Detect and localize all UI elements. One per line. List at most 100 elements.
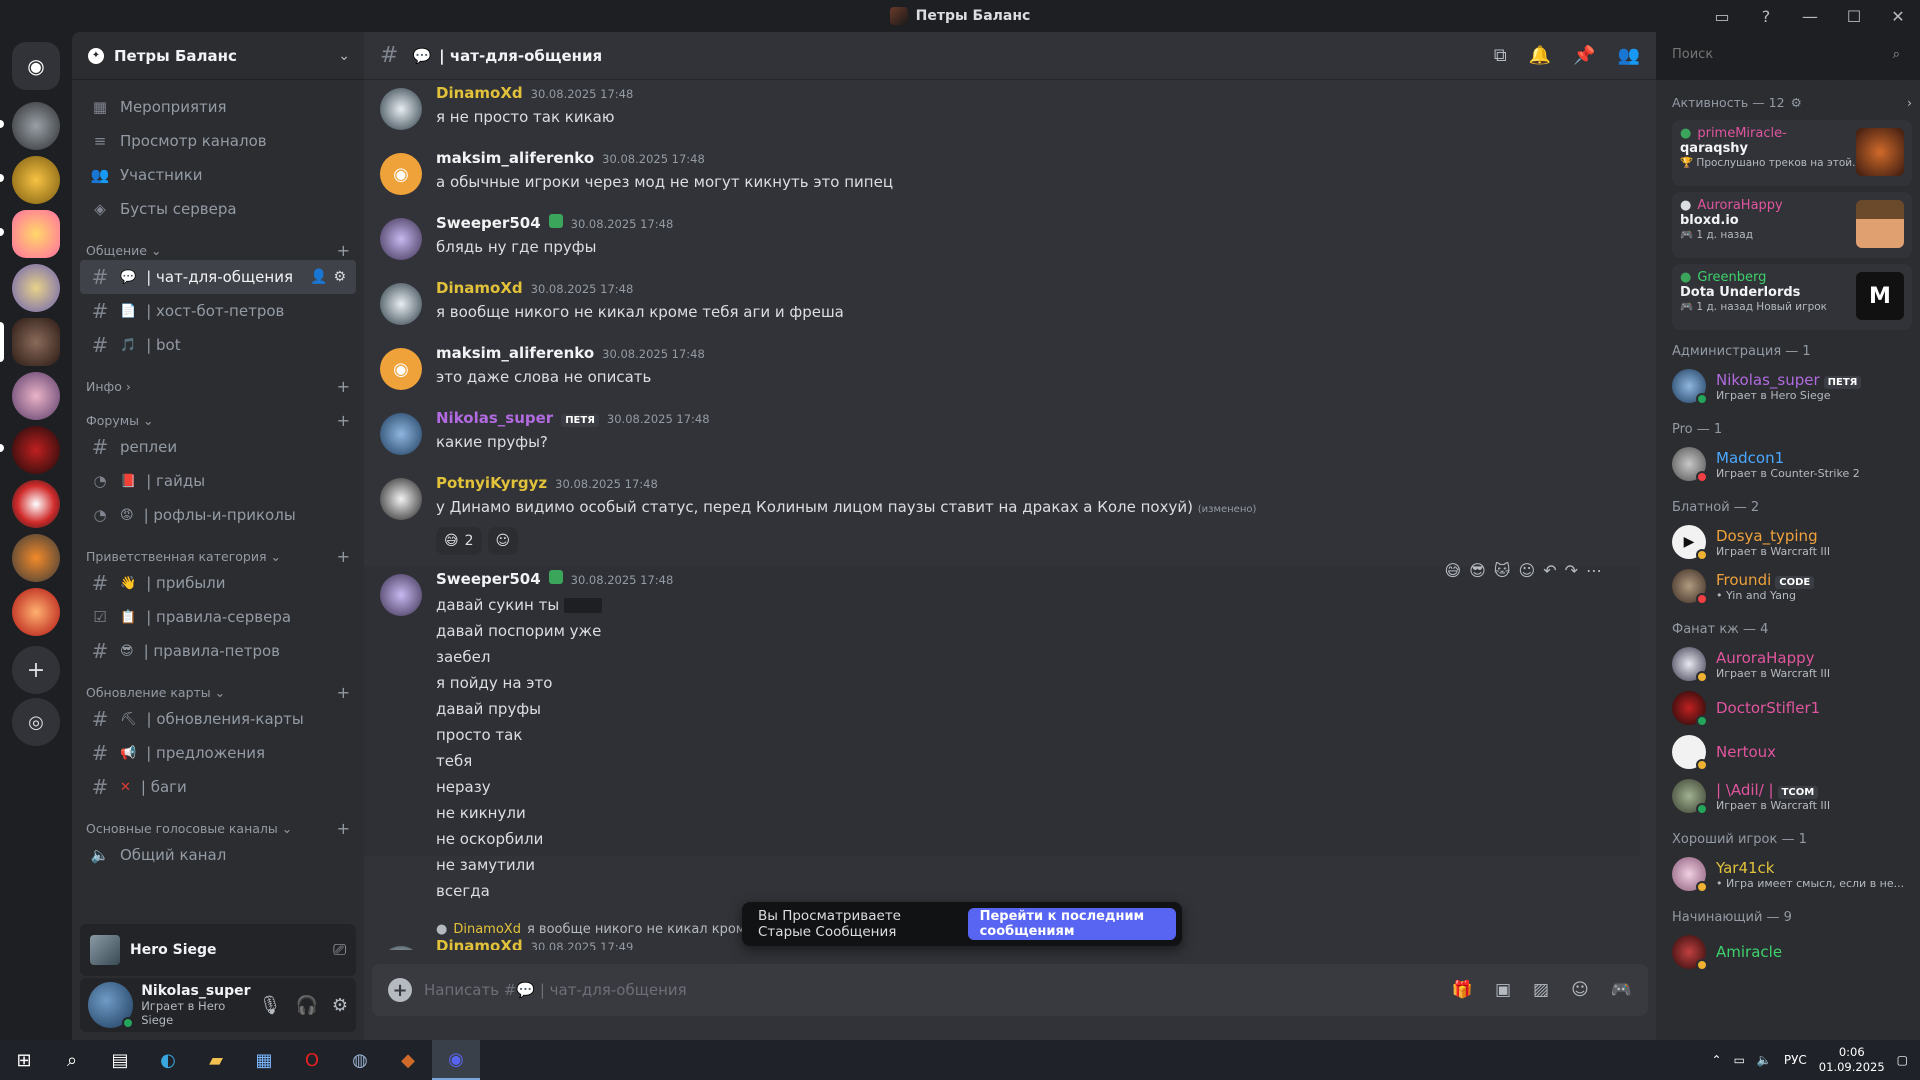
server-icon-active[interactable] [12,318,60,366]
discord-home-icon[interactable]: ◉ [12,42,60,90]
avatar[interactable] [380,283,422,325]
message[interactable]: 😅 😎 🐱 ☺ ↶ ↷ ⋯ Sweeper504 30.08.2025 17:48… [364,561,1640,900]
message-author[interactable]: maksim_aliferenko [436,149,594,167]
message-author[interactable]: PotnyiKyrgyz [436,474,547,492]
message-composer[interactable]: + Написать #💬 | чат-для-общения 🎁 ▣ ▨ ☺ … [372,964,1648,1016]
gear-icon[interactable]: ⚙ [332,995,348,1016]
search-icon[interactable]: ⌕ [48,1040,96,1080]
message-author[interactable]: Nikolas_super [436,409,553,427]
forward-icon[interactable]: ↷ [1565,561,1578,580]
invite-icon[interactable]: 👤 [310,269,327,285]
reaction[interactable]: 😅 2 [436,527,482,555]
edge-icon[interactable]: ◐ [144,1040,192,1080]
bell-icon[interactable]: 🔔 [1529,45,1551,66]
server-icon-7[interactable] [12,426,60,474]
message-author[interactable]: DinamoXd [436,279,523,297]
message[interactable]: ◉ maksim_aliferenko 30.08.2025 17:48 это … [364,344,1640,390]
chevron-right-icon[interactable]: › [1907,95,1912,110]
category-forums[interactable]: Форумы ⌄ + [80,396,356,430]
server-icon-8[interactable] [12,480,60,528]
volume-icon[interactable]: 🔈 [1757,1053,1772,1067]
gear-icon[interactable]: ⚙ [1791,95,1802,110]
avatar[interactable] [380,413,422,455]
store-icon[interactable]: ▦ [240,1040,288,1080]
help-icon[interactable]: ? [1744,0,1788,32]
channel-host-bot-petrov[interactable]: # 📄 | хост-бот-петров [80,294,356,328]
gift-icon[interactable]: 🎁 [1452,980,1473,1000]
quick-reaction-icon[interactable]: 🐱 [1494,561,1511,580]
nav-browse-channels[interactable]: ≡ Просмотр каналов [80,124,356,158]
activity-card[interactable]: ● AuroraHappy bloxd.io 🎮 1 д. назад [1672,192,1912,258]
add-attachment-icon[interactable]: + [388,978,412,1002]
server-icon-1[interactable] [12,102,60,150]
message[interactable]: Nikolas_super ПЕТЯ 30.08.2025 17:48 какие … [364,409,1640,455]
language-indicator[interactable]: РУС [1784,1053,1807,1067]
microphone-icon[interactable]: 🎙 [259,995,282,1016]
channel-pribyli[interactable]: # 👋 | прибыли [80,566,356,600]
reply-icon[interactable]: ↶ [1543,561,1556,580]
avatar[interactable] [380,946,422,950]
network-icon[interactable]: ▭ [1734,1053,1745,1067]
composer-placeholder[interactable]: Написать #💬 | чат-для-общения [424,981,1440,999]
activity-bar[interactable]: Hero Siege ⎚ [80,924,356,976]
inbox-icon[interactable]: ▭ [1700,0,1744,32]
start-button[interactable]: ⊞ [0,1040,48,1080]
opera-icon[interactable]: O [288,1040,336,1080]
message[interactable]: Sweeper504 30.08.2025 17:48 блядь ну где … [364,214,1640,260]
nav-events[interactable]: ▦ Мероприятия [80,90,356,124]
channel-gaidy[interactable]: ◔ 📕 | гайды [80,464,356,498]
member-item[interactable]: | \Adil/ | TCOM Играет в Warcraft III [1672,774,1912,818]
channel-replei[interactable]: # реплеи [80,430,356,464]
threads-icon[interactable]: ⧉ [1494,45,1507,66]
create-channel-icon[interactable]: + [337,683,350,702]
message-author[interactable]: Sweeper504 [436,214,541,232]
message[interactable]: DinamoXd 30.08.2025 17:48 я не просто так… [364,84,1640,130]
member-item[interactable]: DoctorStifler1 [1672,686,1912,730]
spoiler[interactable] [563,598,602,613]
create-channel-icon[interactable]: + [337,411,350,430]
channel-predlozheniya[interactable]: # 📢 | предложения [80,736,356,770]
avatar[interactable] [380,574,422,616]
server-icon-3[interactable] [12,210,60,258]
message-author[interactable]: Sweeper504 [436,570,541,588]
discover-icon[interactable]: ◎ [12,698,60,746]
minimize-button[interactable]: — [1788,0,1832,32]
category-info[interactable]: Инфо › + [80,362,356,396]
server-icon-6[interactable] [12,372,60,420]
avatar[interactable] [380,88,422,130]
chevron-up-icon[interactable]: ⌃ [1712,1053,1722,1067]
nav-server-boosts[interactable]: ◈ Бусты сервера [80,192,356,226]
member-item[interactable]: Froundi CODE • Yin and Yang [1672,564,1912,608]
add-reaction-button[interactable]: ☺ [487,527,519,555]
channel-bagi[interactable]: # ✕ | баги [80,770,356,804]
message[interactable]: ◉ maksim_aliferenko 30.08.2025 17:48 а об… [364,149,1640,195]
channel-rofly[interactable]: ◔ 😡 | рофлы-и-приколы [80,498,356,532]
search-box[interactable]: ⌕ [1664,40,1908,68]
channel-obnovleniya[interactable]: # ⛏ | обновления-карты [80,702,356,736]
create-channel-icon[interactable]: + [337,241,350,260]
more-icon[interactable]: ⋯ [1586,561,1602,580]
user-info[interactable]: Nikolas_super Играет в Hero Siege [141,983,250,1027]
message[interactable]: DinamoXd 30.08.2025 17:48 я вообще никого… [364,279,1640,325]
server-icon-4[interactable] [12,264,60,312]
sticker-icon[interactable]: ▨ [1533,980,1549,1000]
avatar[interactable] [88,982,135,1029]
task-view-icon[interactable]: ▤ [96,1040,144,1080]
create-channel-icon[interactable]: + [337,547,350,566]
member-item[interactable]: Nertoux [1672,730,1912,774]
guild-header[interactable]: ✦ Петры Баланс ⌄ [72,32,364,80]
add-server-icon[interactable]: + [12,646,60,694]
member-item[interactable]: Amiracle [1672,930,1912,974]
activity-card[interactable]: ● primeMiracle- qaraqshy 🏆 Прослушано тре… [1672,120,1912,186]
guild-tag-badge[interactable]: ПЕТЯ [561,414,599,427]
member-item[interactable]: Yar41ck • Игра имеет смысл, если в не... [1672,852,1912,896]
clock[interactable]: 0:06 01.09.2025 [1819,1045,1885,1075]
avatar[interactable]: ◉ [380,153,422,195]
message-author[interactable]: maksim_aliferenko [436,344,594,362]
avatar[interactable] [380,478,422,520]
steam-icon[interactable]: ◍ [336,1040,384,1080]
pin-icon[interactable]: 📌 [1573,45,1595,66]
activity-card[interactable]: ● Greenberg Dota Underlords 🎮 1 д. назад … [1672,264,1912,330]
channel-bot[interactable]: # 🎵 | bot [80,328,356,362]
create-channel-icon[interactable]: + [337,819,350,838]
